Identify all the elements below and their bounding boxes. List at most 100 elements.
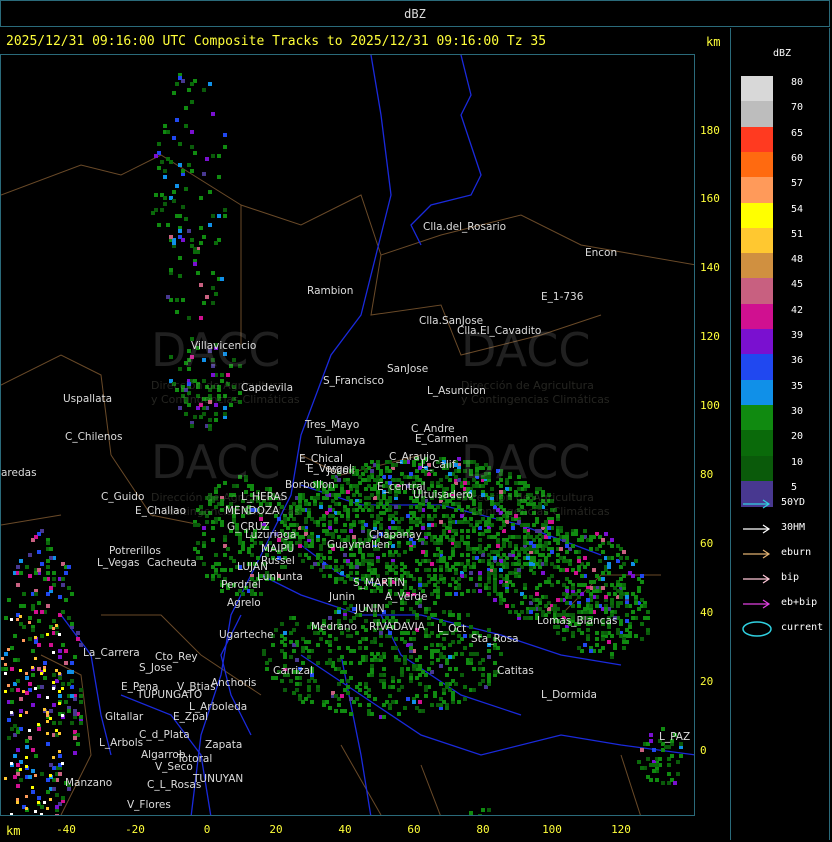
radar-cell xyxy=(547,532,551,536)
radar-cell xyxy=(289,631,293,635)
radar-cell xyxy=(172,136,176,140)
radar-cell xyxy=(451,565,455,569)
x-tick-label: 0 xyxy=(203,823,211,836)
radar-cell xyxy=(655,778,659,782)
radar-cell xyxy=(61,682,65,686)
radar-cell xyxy=(178,142,182,146)
radar-cell xyxy=(73,712,77,716)
radar-cell xyxy=(478,583,482,587)
radar-cell xyxy=(211,526,215,530)
radar-cell xyxy=(478,571,482,575)
radar-cell xyxy=(25,807,28,810)
radar-cell xyxy=(214,241,218,245)
radar-cell xyxy=(22,690,25,693)
radar-cell xyxy=(364,646,368,650)
radar-cell xyxy=(394,517,398,521)
radar-cell xyxy=(22,625,26,629)
legend-label: eburn xyxy=(781,547,812,558)
radar-cell xyxy=(340,694,344,698)
radar-cell xyxy=(436,658,440,662)
radar-cell xyxy=(625,619,629,623)
radar-cell xyxy=(646,757,650,761)
radar-cell xyxy=(304,502,308,506)
radar-cell xyxy=(316,643,320,647)
place-label: S_Jose xyxy=(139,662,173,674)
arrow-icon xyxy=(743,524,771,534)
radar-map[interactable]: DACC Dirección de Agricultura y Contingenc… xyxy=(0,54,695,816)
radar-cell xyxy=(481,673,485,677)
radar-cell xyxy=(460,673,464,677)
radar-cell xyxy=(409,472,413,476)
radar-cell xyxy=(58,754,62,758)
radar-cell xyxy=(46,696,49,699)
radar-cell xyxy=(463,646,467,650)
radar-header: 2025/12/31 09:16:00 UTC Composite Tracks… xyxy=(6,34,547,49)
radar-cell xyxy=(367,565,371,569)
radar-cell xyxy=(604,607,608,611)
legend-label: bip xyxy=(781,572,800,583)
radar-cell xyxy=(79,715,83,719)
radar-cell xyxy=(400,607,404,611)
radar-cell xyxy=(25,756,28,759)
place-label: S_Francisco xyxy=(323,375,384,387)
radar-cell xyxy=(322,574,326,578)
radar-cell xyxy=(37,619,41,623)
radar-cell xyxy=(427,568,431,572)
radar-cell xyxy=(499,574,503,578)
radar-cell xyxy=(676,772,680,776)
radar-cell xyxy=(595,637,599,641)
radar-cell xyxy=(538,583,542,587)
radar-cell xyxy=(190,169,194,173)
radar-cell xyxy=(367,703,371,707)
radar-cell xyxy=(10,813,13,815)
radar-cell xyxy=(202,88,206,92)
radar-cell xyxy=(49,717,52,720)
radar-cell xyxy=(76,742,80,746)
radar-cell xyxy=(379,643,383,647)
radar-cell xyxy=(559,547,563,551)
radar-cell xyxy=(289,523,293,527)
radar-cell xyxy=(628,634,632,638)
radar-cell xyxy=(517,535,521,539)
radar-cell xyxy=(610,538,614,542)
radar-cell xyxy=(43,577,47,581)
radar-cell xyxy=(382,715,386,719)
radar-cell xyxy=(280,679,284,683)
radar-cell xyxy=(334,577,338,581)
radar-cell xyxy=(595,574,599,578)
place-label: Agrelo xyxy=(227,597,261,609)
radar-cell xyxy=(337,646,341,650)
border-line xyxy=(420,764,441,815)
radar-cell xyxy=(493,556,497,560)
place-label: C_Chilenos xyxy=(65,431,123,443)
radar-cell xyxy=(13,634,17,638)
radar-cell xyxy=(295,640,299,644)
radar-cell xyxy=(199,283,203,287)
radar-cell xyxy=(70,670,74,674)
watermark-subtitle: y Contingencias Climáticas xyxy=(461,505,610,518)
radar-cell xyxy=(655,763,659,767)
radar-cell xyxy=(16,798,19,801)
radar-cell xyxy=(58,702,61,705)
radar-cell xyxy=(661,781,665,785)
radar-cell xyxy=(403,550,407,554)
place-label: aredas xyxy=(1,467,37,479)
radar-cell xyxy=(340,529,344,533)
radar-cell xyxy=(40,562,44,566)
radar-cell xyxy=(16,730,20,734)
radar-cell xyxy=(37,667,41,671)
radar-cell xyxy=(511,526,515,530)
radar-cell xyxy=(376,505,380,509)
radar-cell xyxy=(445,661,449,665)
radar-cell xyxy=(55,729,58,732)
radar-cell xyxy=(409,607,413,611)
radar-cell xyxy=(517,520,521,524)
place-label: Tulumaya xyxy=(315,435,366,447)
legend-item: current xyxy=(741,621,831,637)
radar-cell xyxy=(70,721,74,725)
radar-cell xyxy=(319,505,323,509)
radar-cell xyxy=(409,547,413,551)
radar-cell xyxy=(202,301,206,305)
radar-cell xyxy=(283,652,287,656)
radar-cell xyxy=(442,559,446,563)
